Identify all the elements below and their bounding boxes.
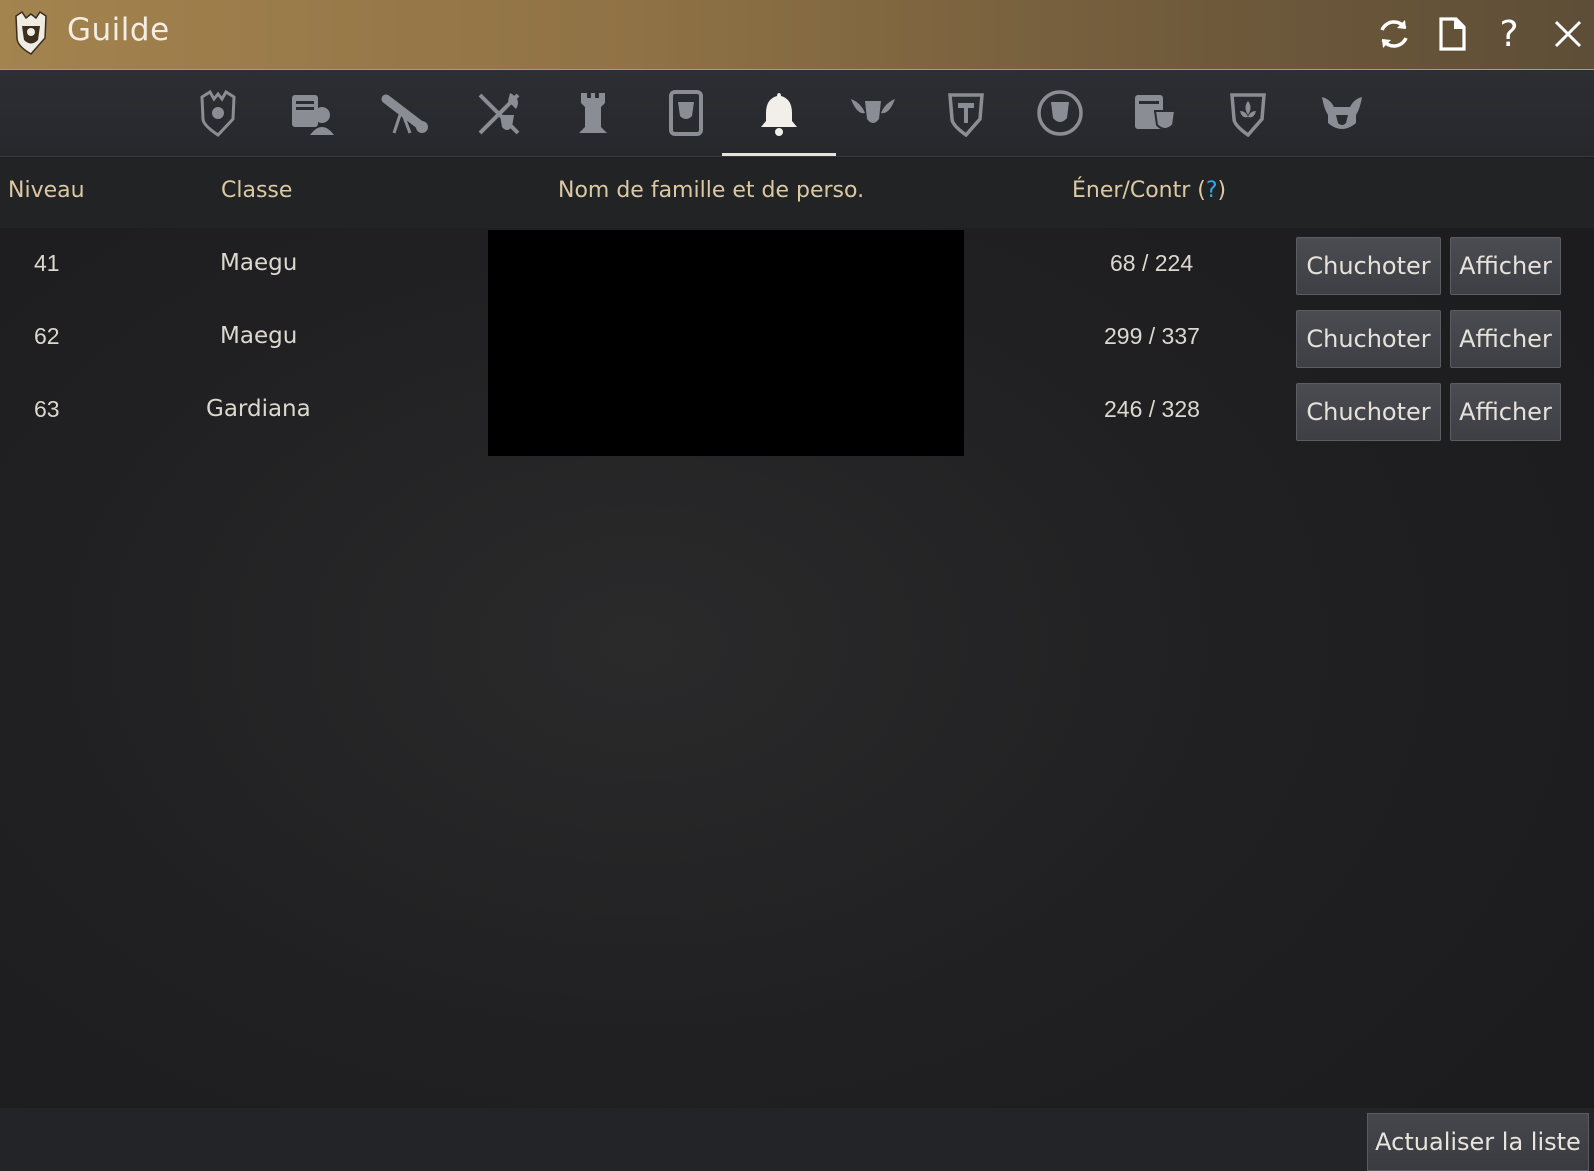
document-icon[interactable]	[1432, 14, 1472, 54]
redacted-names-block	[488, 230, 964, 456]
shield-hammer-icon	[948, 93, 984, 137]
energy-cell: 299 / 337	[1104, 323, 1200, 349]
winged-crest-icon	[851, 99, 895, 123]
bell-icon	[761, 93, 797, 136]
header-class: Classe	[221, 178, 293, 203]
guild-shield-tab[interactable]	[931, 76, 1001, 150]
guild-mask-tab[interactable]	[1307, 76, 1377, 150]
level-cell: 63	[34, 396, 60, 422]
class-cell: Maegu	[220, 323, 298, 349]
energy-cell: 68 / 224	[1110, 250, 1194, 276]
guild-mercenary-tab[interactable]	[838, 76, 908, 150]
header-level: Niveau	[8, 178, 85, 203]
whisper-button[interactable]: Chuchoter	[1296, 310, 1441, 368]
guild-quest-tab[interactable]	[651, 76, 721, 150]
guild-tower-tab[interactable]	[558, 76, 628, 150]
header-energy-close: )	[1217, 178, 1227, 203]
crossed-axes-icon	[478, 93, 520, 135]
level-cell: 41	[34, 250, 60, 276]
header-energy: Éner/Contr (?)	[1072, 178, 1226, 203]
footer-bar	[0, 1108, 1594, 1171]
whisper-button[interactable]: Chuchoter	[1296, 383, 1441, 441]
guild-members-tab[interactable]	[276, 76, 346, 150]
table-header: Niveau Classe Nom de famille et de perso…	[0, 158, 1594, 228]
member-list-icon	[292, 95, 334, 135]
tower-icon	[579, 93, 607, 133]
guild-contract-tab[interactable]	[1119, 76, 1189, 150]
view-button[interactable]: Afficher	[1450, 383, 1561, 441]
guild-notification-tab[interactable]	[722, 76, 836, 156]
crest-icon	[200, 89, 236, 137]
whisper-button[interactable]: Chuchoter	[1296, 237, 1441, 295]
refresh-list-button[interactable]: Actualiser la liste	[1367, 1113, 1589, 1171]
view-button[interactable]: Afficher	[1450, 310, 1561, 368]
close-icon[interactable]	[1548, 14, 1588, 54]
class-cell: Gardiana	[206, 396, 311, 422]
guild-war-tab[interactable]	[464, 76, 534, 150]
energy-help-link[interactable]: ?	[1206, 178, 1218, 203]
guild-emblem-icon	[12, 10, 50, 56]
guild-crest-tab[interactable]	[183, 76, 253, 150]
header-name: Nom de famille et de perso.	[558, 178, 865, 203]
class-cell: Maegu	[220, 250, 298, 276]
tab-bar	[0, 70, 1594, 157]
level-cell: 62	[34, 323, 60, 349]
guild-scroll-tab[interactable]	[370, 76, 440, 150]
fleur-shield-icon	[1230, 93, 1266, 137]
contract-crest-icon	[1135, 95, 1177, 130]
help-icon[interactable]: ?	[1489, 13, 1529, 55]
view-button[interactable]: Afficher	[1450, 237, 1561, 295]
round-emblem-icon	[1037, 90, 1083, 136]
help-glyph: ?	[1499, 13, 1519, 55]
window-title: Guilde	[67, 12, 170, 48]
guild-window: Guilde ? Niveau Classe Nom de famille et…	[0, 0, 1594, 1171]
title-bar: Guilde ?	[0, 0, 1594, 70]
header-energy-label: Éner/Contr (	[1072, 178, 1206, 203]
energy-cell: 246 / 328	[1104, 396, 1200, 422]
horned-mask-icon	[1322, 97, 1362, 129]
telescope-icon	[381, 94, 428, 134]
refresh-icon[interactable]	[1374, 14, 1414, 54]
guild-emblem-tab[interactable]	[1025, 76, 1095, 150]
quest-scroll-icon	[669, 90, 703, 136]
guild-fleur-tab[interactable]	[1213, 76, 1283, 150]
